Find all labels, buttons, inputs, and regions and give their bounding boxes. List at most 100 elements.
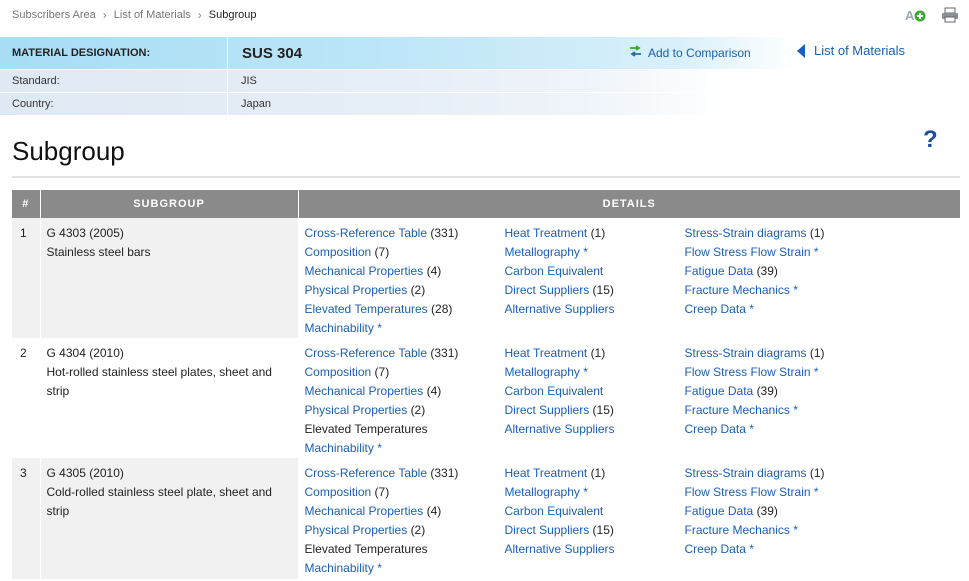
details-item[interactable]: Alternative Suppliers — [505, 300, 685, 319]
details-link[interactable]: Heat Treatment — [505, 346, 588, 360]
details-item[interactable]: Metallography * — [505, 483, 685, 502]
details-item[interactable]: Heat Treatment (1) — [505, 224, 685, 243]
details-item[interactable]: Mechanical Properties (4) — [305, 502, 505, 521]
details-item[interactable]: Direct Suppliers (15) — [505, 281, 685, 300]
details-item[interactable]: Composition (7) — [305, 483, 505, 502]
details-item[interactable]: Physical Properties (2) — [305, 521, 505, 540]
details-link[interactable]: Composition — [305, 365, 372, 379]
details-link[interactable]: Cross-Reference Table — [305, 466, 428, 480]
breadcrumb-list-of-materials[interactable]: List of Materials — [114, 9, 191, 21]
details-link[interactable]: Mechanical Properties — [305, 264, 424, 278]
details-item[interactable]: Direct Suppliers (15) — [505, 521, 685, 540]
details-link[interactable]: Alternative Suppliers — [505, 422, 615, 436]
details-link[interactable]: Metallography * — [505, 365, 588, 379]
details-link[interactable]: Heat Treatment — [505, 226, 588, 240]
details-link[interactable]: Elevated Temperatures — [305, 302, 428, 316]
details-item[interactable]: Machinability * — [305, 559, 505, 578]
details-link[interactable]: Creep Data * — [685, 422, 754, 436]
details-link[interactable]: Creep Data * — [685, 302, 754, 316]
details-link[interactable]: Flow Stress Flow Strain * — [685, 365, 819, 379]
details-item[interactable]: Mechanical Properties (4) — [305, 262, 505, 281]
details-link[interactable]: Heat Treatment — [505, 466, 588, 480]
details-link[interactable]: Carbon Equivalent — [505, 384, 604, 398]
details-item[interactable]: Stress-Strain diagrams (1) — [685, 464, 925, 483]
details-link[interactable]: Alternative Suppliers — [505, 302, 615, 316]
details-item[interactable]: Elevated Temperatures (28) — [305, 300, 505, 319]
details-link[interactable]: Alternative Suppliers — [505, 542, 615, 556]
details-link[interactable]: Physical Properties — [305, 403, 408, 417]
details-item[interactable]: Direct Suppliers (15) — [505, 401, 685, 420]
details-item[interactable]: Carbon Equivalent — [505, 382, 685, 401]
details-item[interactable]: Flow Stress Flow Strain * — [685, 243, 925, 262]
details-link[interactable]: Carbon Equivalent — [505, 504, 604, 518]
details-item[interactable]: Creep Data * — [685, 300, 925, 319]
details-item[interactable]: Composition (7) — [305, 363, 505, 382]
details-link[interactable]: Fatigue Data — [685, 384, 754, 398]
details-link[interactable]: Fatigue Data — [685, 504, 754, 518]
breadcrumb-subscribers-area[interactable]: Subscribers Area — [12, 9, 96, 21]
details-link[interactable]: Creep Data * — [685, 542, 754, 556]
details-link[interactable]: Flow Stress Flow Strain * — [685, 485, 819, 499]
details-link[interactable]: Metallography * — [505, 245, 588, 259]
details-link[interactable]: Physical Properties — [305, 283, 408, 297]
details-item[interactable]: Heat Treatment (1) — [505, 464, 685, 483]
details-link[interactable]: Composition — [305, 485, 372, 499]
details-link[interactable]: Machinability * — [305, 441, 382, 455]
details-item[interactable]: Fracture Mechanics * — [685, 281, 925, 300]
details-item[interactable]: Machinability * — [305, 439, 505, 458]
details-item[interactable]: Carbon Equivalent — [505, 502, 685, 521]
details-link[interactable]: Physical Properties — [305, 523, 408, 537]
details-link[interactable]: Direct Suppliers — [505, 523, 590, 537]
details-link[interactable]: Metallography * — [505, 485, 588, 499]
details-link[interactable]: Fracture Mechanics * — [685, 523, 798, 537]
details-item[interactable]: Flow Stress Flow Strain * — [685, 483, 925, 502]
details-link[interactable]: Mechanical Properties — [305, 504, 424, 518]
details-link[interactable]: Carbon Equivalent — [505, 264, 604, 278]
details-item[interactable]: Physical Properties (2) — [305, 281, 505, 300]
details-link[interactable]: Machinability * — [305, 321, 382, 335]
details-link[interactable]: Stress-Strain diagrams — [685, 226, 807, 240]
details-count: (7) — [374, 485, 390, 499]
details-item[interactable]: Metallography * — [505, 243, 685, 262]
details-item[interactable]: Fracture Mechanics * — [685, 401, 925, 420]
details-link[interactable]: Cross-Reference Table — [305, 346, 428, 360]
details-item[interactable]: Heat Treatment (1) — [505, 344, 685, 363]
details-item[interactable]: Cross-Reference Table (331) — [305, 344, 505, 363]
details-item[interactable]: Creep Data * — [685, 420, 925, 439]
details-item[interactable]: Composition (7) — [305, 243, 505, 262]
details-link[interactable]: Direct Suppliers — [505, 283, 590, 297]
add-to-comparison-link[interactable]: Add to Comparison — [629, 45, 751, 60]
add-font-icon[interactable]: A — [905, 6, 927, 24]
details-item[interactable]: Metallography * — [505, 363, 685, 382]
details-item[interactable]: Stress-Strain diagrams (1) — [685, 224, 925, 243]
details-item[interactable]: Carbon Equivalent — [505, 262, 685, 281]
details-item[interactable]: Creep Data * — [685, 540, 925, 559]
details-link[interactable]: Stress-Strain diagrams — [685, 466, 807, 480]
details-link[interactable]: Fracture Mechanics * — [685, 283, 798, 297]
details-item[interactable]: Fatigue Data (39) — [685, 262, 925, 281]
details-link[interactable]: Fracture Mechanics * — [685, 403, 798, 417]
details-link[interactable]: Composition — [305, 245, 372, 259]
details-link[interactable]: Machinability * — [305, 561, 382, 575]
details-link[interactable]: Fatigue Data — [685, 264, 754, 278]
details-link[interactable]: Direct Suppliers — [505, 403, 590, 417]
details-item[interactable]: Fatigue Data (39) — [685, 382, 925, 401]
details-item[interactable]: Flow Stress Flow Strain * — [685, 363, 925, 382]
back-to-list-link[interactable]: List of Materials — [797, 43, 905, 58]
details-item[interactable]: Alternative Suppliers — [505, 540, 685, 559]
printer-icon[interactable] — [939, 6, 961, 24]
details-item[interactable]: Alternative Suppliers — [505, 420, 685, 439]
details-item[interactable]: Physical Properties (2) — [305, 401, 505, 420]
details-item[interactable]: Fatigue Data (39) — [685, 502, 925, 521]
details-item[interactable]: Cross-Reference Table (331) — [305, 464, 505, 483]
help-icon[interactable]: ? — [923, 126, 938, 154]
details-item[interactable]: Stress-Strain diagrams (1) — [685, 344, 925, 363]
details-item[interactable]: Mechanical Properties (4) — [305, 382, 505, 401]
details-item[interactable]: Cross-Reference Table (331) — [305, 224, 505, 243]
details-item[interactable]: Machinability * — [305, 319, 505, 338]
details-link[interactable]: Stress-Strain diagrams — [685, 346, 807, 360]
details-link[interactable]: Cross-Reference Table — [305, 226, 428, 240]
details-link[interactable]: Mechanical Properties — [305, 384, 424, 398]
details-item[interactable]: Fracture Mechanics * — [685, 521, 925, 540]
details-link[interactable]: Flow Stress Flow Strain * — [685, 245, 819, 259]
